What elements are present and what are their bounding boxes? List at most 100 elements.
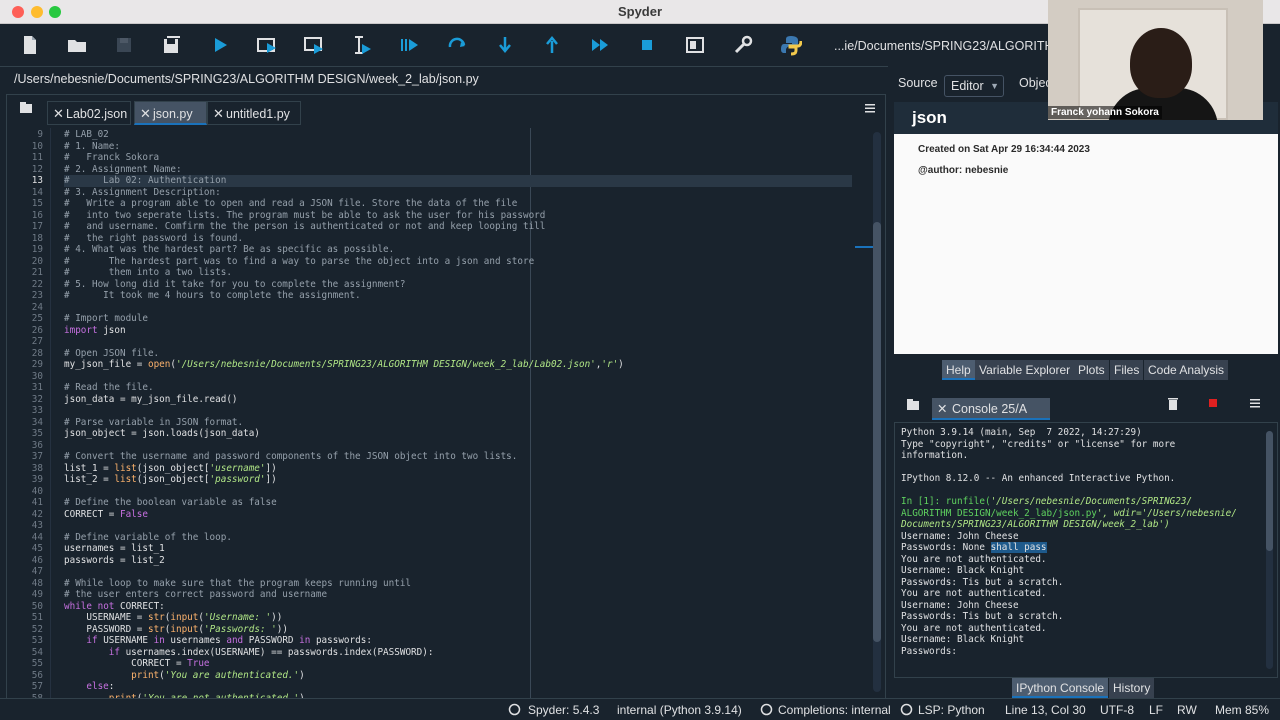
interrupt-kernel-icon[interactable] — [1208, 398, 1218, 408]
debug-file-button[interactable] — [396, 32, 422, 58]
close-tab-icon[interactable]: ✕ — [53, 102, 64, 126]
code-text: # It took me 4 hours to complete the ass… — [64, 290, 361, 301]
code-text: # Parse variable in JSON format. — [64, 416, 244, 428]
code-text: if usernames.index(USERNAME) == password… — [108, 646, 434, 658]
code-line: 9 # LAB_02 — [7, 129, 847, 141]
working-directory-combo[interactable]: ...ie/Documents/SPRING23/ALGORITHM DESIG… — [828, 34, 1053, 58]
close-tab-icon[interactable]: ✕ — [937, 398, 947, 420]
code-line: 57 else: — [7, 681, 847, 693]
options-menu-icon[interactable] — [863, 101, 877, 115]
debug-stop-button[interactable] — [634, 32, 660, 58]
code-text: # Convert the username and password comp… — [64, 451, 518, 462]
code-line: 20 # The hardest part was to find a way t… — [7, 256, 847, 268]
code-line: 43 — [7, 520, 847, 532]
debug-step-into-button[interactable] — [492, 32, 518, 58]
code-text: # 1. Name: — [64, 140, 120, 152]
run-file-button[interactable] — [207, 32, 233, 58]
line-number: 56 — [31, 669, 43, 681]
editor-tab-active[interactable]: ✕ json.py — [134, 101, 207, 125]
debug-step-over-button[interactable] — [444, 32, 470, 58]
window-title: Spyder — [617, 4, 663, 19]
source-select[interactable]: Editor ▼ — [944, 75, 1004, 97]
code-line: 50 while not CORRECT: — [7, 601, 847, 613]
close-tab-icon[interactable]: ✕ — [140, 102, 151, 126]
open-file-button[interactable] — [64, 32, 90, 58]
code-text: # While loop to make sure that the progr… — [64, 577, 412, 589]
tab-history[interactable]: History — [1109, 678, 1155, 698]
console-tab[interactable]: ✕ Console 25/A — [932, 398, 1050, 420]
tab-ipython-console[interactable]: IPython Console — [1012, 678, 1109, 698]
tab-help[interactable]: Help — [942, 360, 975, 380]
code-text: # Write a program able to open and read … — [64, 198, 518, 209]
console-line: You are not authenticated. — [901, 588, 1047, 599]
status-interpreter[interactable]: internal (Python 3.9.14) — [617, 703, 742, 717]
console-line: Python 3.9.14 (main, Sep 7 2022, 14:27:2… — [901, 427, 1142, 438]
line-number: 23 — [31, 290, 43, 301]
close-tab-icon[interactable]: ✕ — [213, 102, 224, 126]
code-text: print('You are authenticated.') — [131, 669, 305, 681]
tab-variable-explorer[interactable]: Variable Explorer — [975, 360, 1075, 380]
code-line: 42 CORRECT = False — [7, 509, 847, 521]
step-over-icon — [448, 37, 466, 48]
line-number: 19 — [31, 244, 43, 255]
line-number: 27 — [31, 336, 43, 347]
tab-files[interactable]: Files — [1110, 360, 1144, 380]
console-scrollbar[interactable] — [1266, 431, 1273, 669]
code-line: 17 # and username. Comfirm the the person… — [7, 221, 847, 233]
code-line: 26 import json — [7, 325, 847, 337]
line-number: 26 — [31, 324, 43, 336]
minimize-window-button[interactable] — [31, 6, 43, 18]
tab-code-analysis[interactable]: Code Analysis — [1144, 360, 1229, 380]
scrollbar-thumb[interactable] — [873, 222, 881, 642]
line-number: 11 — [31, 152, 43, 163]
maximize-pane-button[interactable] — [682, 32, 708, 58]
run-cell-advance-button[interactable] — [301, 32, 327, 58]
options-menu-icon[interactable] — [1248, 396, 1262, 410]
code-line: 27 — [7, 336, 847, 348]
run-selection-button[interactable] — [348, 32, 374, 58]
right-pane: Source Editor ▼ Objec json Created on Sa… — [892, 66, 1280, 720]
run-icon — [215, 38, 227, 52]
ipython-console[interactable]: Python 3.9.14 (main, Sep 7 2022, 14:27:2… — [894, 422, 1278, 678]
tab-plots[interactable]: Plots — [1074, 360, 1109, 380]
preferences-button[interactable] — [730, 32, 756, 58]
run-cell-button[interactable] — [254, 32, 280, 58]
console-line: You are not authenticated. — [901, 622, 1047, 634]
browse-tabs-icon[interactable] — [19, 101, 33, 115]
status-lsp: LSP: Python — [918, 703, 985, 717]
editor-file-path: /Users/nebesnie/Documents/SPRING23/ALGOR… — [0, 66, 888, 90]
editor-scrollbar[interactable] — [873, 132, 881, 692]
line-number: 13 — [31, 175, 43, 186]
code-text: if USERNAME in usernames and PASSWORD in… — [86, 635, 372, 646]
editor-tab[interactable]: ✕ Lab02.json — [47, 101, 131, 125]
line-number: 57 — [31, 681, 43, 692]
trash-icon[interactable] — [1166, 396, 1180, 412]
save-all-button[interactable] — [159, 32, 185, 58]
code-text: # The hardest part was to find a way to … — [64, 255, 535, 267]
line-number: 10 — [31, 140, 43, 152]
step-into-icon — [499, 37, 511, 53]
code-line: 28 # Open JSON file. — [7, 348, 847, 360]
code-line: 10 # 1. Name: — [7, 141, 847, 153]
browse-tabs-icon[interactable] — [906, 398, 920, 412]
status-memory: Mem 85% — [1215, 703, 1270, 717]
code-line: 49 # the user enters correct password and… — [7, 589, 847, 601]
code-text: CORRECT = False — [64, 508, 148, 520]
pythonpath-manager-button[interactable] — [778, 32, 804, 58]
code-line: 53 if USERNAME in usernames and PASSWORD… — [7, 635, 847, 647]
code-text: # Define variable of the loop. — [64, 531, 232, 543]
code-line: 23 # It took me 4 hours to complete the a… — [7, 290, 847, 302]
spyder-window: Spyder ...ie/Documents/SPRING23/ALGORITH… — [0, 0, 1280, 720]
status-eol: LF — [1149, 703, 1164, 717]
debug-step-return-button[interactable] — [539, 32, 565, 58]
close-window-button[interactable] — [12, 6, 24, 18]
editor-tab[interactable]: ✕ untitled1.py — [207, 101, 301, 125]
save-file-button[interactable] — [111, 32, 137, 58]
debug-continue-button[interactable] — [587, 32, 613, 58]
code-text: # Lab 02: Authentication — [64, 175, 852, 187]
new-file-button[interactable] — [17, 32, 43, 58]
scrollbar-thumb[interactable] — [1266, 431, 1273, 551]
console-header: ✕ Console 25/A — [892, 392, 1280, 422]
code-editor[interactable]: 9 # LAB_02 10 # 1. Name: 11 # Franck Sokora 12… — [7, 128, 885, 698]
zoom-window-button[interactable] — [49, 6, 61, 18]
